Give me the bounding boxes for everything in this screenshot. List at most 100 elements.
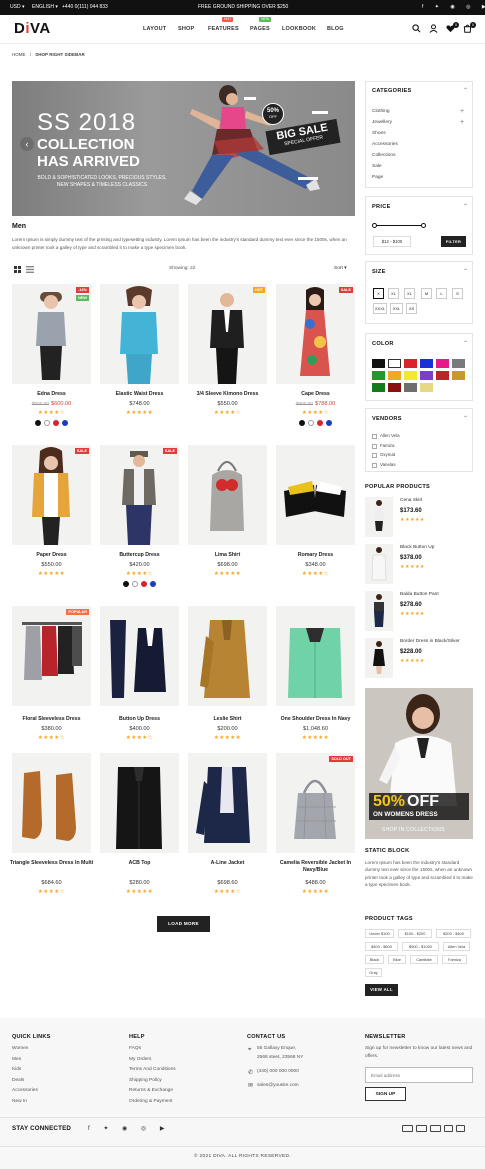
popular-product-image[interactable] <box>365 638 393 678</box>
product-name[interactable]: Cape Dress <box>271 391 360 397</box>
product-tag[interactable]: $100 - $200 <box>398 929 432 938</box>
product-card[interactable] <box>276 445 355 555</box>
user-icon[interactable] <box>429 24 438 33</box>
product-card[interactable] <box>276 606 355 716</box>
product-name[interactable]: Triangle Sleeveless Dress In Multi <box>7 860 96 867</box>
footer-link[interactable]: FAQs <box>129 1046 141 1051</box>
breadcrumb-home[interactable]: HOME <box>12 52 26 57</box>
color-filter-swatch[interactable] <box>420 383 433 392</box>
size-option[interactable]: XL <box>404 288 415 299</box>
vendor-checkbox[interactable] <box>372 434 377 439</box>
newsletter-email-input[interactable] <box>365 1067 473 1083</box>
category-link[interactable]: Accessories <box>372 142 398 147</box>
product-image[interactable] <box>276 284 355 384</box>
footer-link[interactable]: Accessories <box>12 1088 38 1093</box>
popular-product-image[interactable] <box>365 544 393 584</box>
product-tag[interactable]: Famiza <box>442 955 467 964</box>
footer-link[interactable]: Deals <box>12 1078 24 1083</box>
product-card[interactable]: SALE <box>12 445 91 555</box>
color-swatch[interactable] <box>141 581 147 587</box>
product-name[interactable]: Buttercup Dress <box>95 552 184 558</box>
product-name[interactable]: Paper Dress <box>7 552 96 558</box>
product-image[interactable] <box>100 606 179 706</box>
size-option[interactable]: XXXL <box>373 303 387 314</box>
price-slider-max-handle[interactable] <box>421 223 426 228</box>
category-link[interactable]: Page <box>372 175 383 180</box>
product-image[interactable] <box>276 753 355 853</box>
expand-plus-icon[interactable]: + <box>460 108 464 115</box>
vendor-checkbox[interactable] <box>372 443 377 449</box>
social-links[interactable]: f ✦ ◉ ◎ ▶ <box>422 4 485 10</box>
product-card[interactable] <box>188 753 267 873</box>
popular-product-name[interactable]: Border Dress in Black/Silver <box>400 639 460 644</box>
product-card[interactable] <box>188 445 267 555</box>
product-image[interactable] <box>12 606 91 706</box>
product-card[interactable] <box>188 606 267 716</box>
product-card[interactable]: POPULAR <box>12 606 91 716</box>
nav-features[interactable]: FEATURES <box>208 26 239 32</box>
product-card[interactable] <box>12 753 91 873</box>
product-name[interactable]: 3/4 Sleeve Kimono Dress <box>183 391 272 397</box>
product-name[interactable]: Elastic Waist Dress <box>95 391 184 397</box>
product-card[interactable] <box>100 753 179 873</box>
category-link[interactable]: Sale <box>372 164 382 169</box>
footer-link[interactable]: Women <box>12 1046 28 1051</box>
product-image[interactable] <box>188 284 267 384</box>
product-card[interactable] <box>100 284 179 394</box>
product-image[interactable] <box>188 445 267 545</box>
footer-link[interactable]: New In <box>12 1099 27 1104</box>
color-filter-swatch[interactable] <box>404 371 417 380</box>
product-tag[interactable]: $200 - $400 <box>436 929 471 938</box>
product-card[interactable]: SOLD OUT <box>276 753 355 873</box>
color-filter-swatch[interactable] <box>372 371 385 380</box>
footer-link[interactable]: Shipping Policy <box>129 1078 162 1083</box>
popular-product-name[interactable]: Cena Skirt <box>400 498 422 503</box>
product-card[interactable]: SALE <box>100 445 179 555</box>
popular-product-name[interactable]: Balda Button Pant <box>400 592 439 597</box>
popular-product-image[interactable] <box>365 497 393 537</box>
popular-product-image[interactable] <box>365 591 393 631</box>
product-tag[interactable]: Under $100 <box>365 929 394 938</box>
color-filter-swatch[interactable] <box>420 359 433 368</box>
color-filter-swatch[interactable] <box>388 383 401 392</box>
product-name[interactable]: Camelia Reversible Jacket In Navy/Blue <box>271 860 360 874</box>
size-option[interactable]: L <box>436 288 447 299</box>
color-swatch[interactable] <box>123 581 129 587</box>
product-name[interactable]: Leslie Shirt <box>183 716 272 722</box>
product-name[interactable]: Button Up Dress <box>95 716 184 722</box>
currency-select[interactable]: USD ▾ <box>10 4 24 10</box>
price-slider-min-handle[interactable] <box>372 223 377 228</box>
product-image[interactable] <box>188 606 267 706</box>
color-swatch[interactable] <box>326 420 332 426</box>
chevron-up-icon[interactable]: ⌃ <box>463 268 468 275</box>
footer-link[interactable]: My Orders <box>129 1057 151 1062</box>
product-card[interactable]: HOT <box>188 284 267 394</box>
color-swatch[interactable] <box>299 420 305 426</box>
size-option[interactable]: XXL <box>390 303 403 314</box>
color-filter-swatch[interactable] <box>388 371 401 380</box>
product-image[interactable] <box>100 445 179 545</box>
footer-link[interactable]: Terms And Conditions <box>129 1067 176 1072</box>
vendor-label[interactable]: Vanelas <box>380 462 396 467</box>
vendor-checkbox[interactable] <box>372 462 377 468</box>
product-image[interactable] <box>188 753 267 853</box>
chevron-up-icon[interactable]: ⌃ <box>463 87 468 94</box>
nav-pages[interactable]: PAGES <box>250 26 270 32</box>
sign-up-button[interactable]: SIGN UP <box>365 1087 406 1101</box>
product-card[interactable]: SALE <box>276 284 355 394</box>
product-tag[interactable]: $400 - $600 <box>365 942 398 951</box>
search-icon[interactable] <box>412 24 421 33</box>
color-swatch[interactable] <box>150 581 156 587</box>
product-tag[interactable]: Cantitate <box>410 955 438 964</box>
category-link[interactable]: Clothing <box>372 109 390 114</box>
product-image[interactable] <box>12 445 91 545</box>
contact-email[interactable]: sales@yousite.com <box>257 1083 299 1088</box>
chevron-up-icon[interactable]: ⌃ <box>463 340 468 347</box>
color-swatch[interactable] <box>62 420 68 426</box>
category-link[interactable]: Jewellery <box>372 120 392 125</box>
load-more-button[interactable]: LOAD MORE <box>157 916 210 932</box>
product-name[interactable]: Lima Shirt <box>183 552 272 558</box>
nav-shop[interactable]: SHOP <box>178 26 194 32</box>
view-all-tags-button[interactable]: VIEW ALL <box>365 984 398 996</box>
product-name[interactable]: ACB Top <box>95 860 184 867</box>
